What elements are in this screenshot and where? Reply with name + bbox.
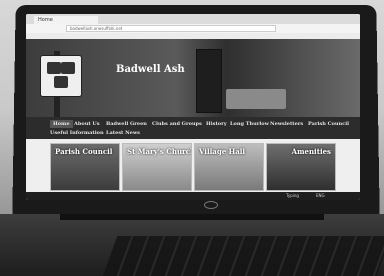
nav-item-home[interactable]: Home (50, 120, 73, 128)
nav-item-useful-information[interactable]: Useful Information (50, 130, 104, 136)
card-church[interactable]: St Mary's Church (122, 143, 192, 191)
browser-tab-strip: Home (26, 14, 360, 24)
keyboard (102, 236, 384, 276)
card-amenities[interactable]: Amenities (266, 143, 336, 191)
content-area: Parish Council St Mary's Church Village … (26, 139, 360, 192)
hp-logo-icon (204, 201, 218, 209)
nav-item-about-us[interactable]: About Us (74, 121, 100, 127)
nav-item-history[interactable]: History (206, 121, 227, 127)
card-label: St Mary's Church (127, 147, 192, 156)
nav-item-latest-news[interactable]: Latest News (106, 130, 140, 136)
sign-hex-shape (47, 62, 61, 74)
nav-item-badwell-green[interactable]: Badwell Green (106, 121, 147, 127)
windows-taskbar: Typing ENG (26, 192, 360, 200)
site-nav: Home About Us Badwell Green Clubs and Gr… (26, 117, 360, 139)
card-label: Amenities (291, 147, 331, 156)
nav-item-clubs-and-groups[interactable]: Clubs and Groups (152, 121, 202, 127)
sign-hex-shape (61, 62, 75, 74)
laptop-hinge (60, 214, 324, 220)
site-header-banner: Badwell Ash (26, 39, 360, 117)
laptop-screen: Home badwellash.onesuffolk.net Badwell A… (26, 14, 360, 200)
bench (226, 89, 286, 109)
nav-item-parish-council[interactable]: Parish Council (308, 121, 349, 127)
card-label: Village Hall (199, 147, 246, 156)
address-bar-row: badwellash.onesuffolk.net (26, 24, 360, 33)
taskbar-language: ENG (316, 193, 325, 198)
card-parish-council[interactable]: Parish Council (50, 143, 120, 191)
url-field[interactable]: badwellash.onesuffolk.net (66, 25, 276, 32)
phone-box (196, 49, 222, 113)
card-label: Parish Council (55, 147, 113, 156)
browser-tab[interactable]: Home (34, 16, 98, 24)
sign-hex-shape (54, 76, 68, 88)
card-village-hall[interactable]: Village Hall (194, 143, 264, 191)
village-sign (40, 55, 82, 97)
nav-item-newsletters[interactable]: Newsletters (270, 121, 303, 127)
taskbar-status: Typing (286, 193, 299, 198)
site-title[interactable]: Badwell Ash (116, 64, 185, 75)
nav-item-long-thurlow[interactable]: Long Thurlow (230, 121, 269, 127)
